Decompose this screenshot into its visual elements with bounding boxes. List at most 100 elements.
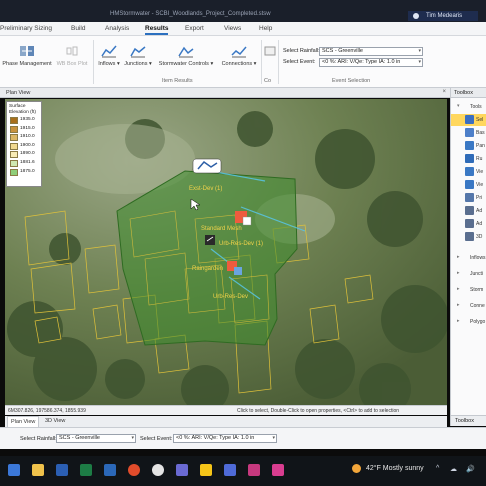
plan-view-map[interactable]: Exst-Dev (1) Standard Mesh Urb-Res-Dev (…	[5, 99, 447, 405]
event-select[interactable]: <0 %: ARI: V/Qe: Type IA: 1.0 in ▾	[319, 58, 423, 67]
tray-chevron-icon[interactable]: ^	[436, 465, 439, 472]
wb-box-plot-button[interactable]: WB Box Plot	[52, 44, 92, 67]
network-icon[interactable]: ☁	[450, 465, 457, 473]
tab-3d-view[interactable]: 3D View	[45, 418, 65, 424]
toolbox-item-ad[interactable]: Ad	[451, 205, 486, 217]
chart-line-icon	[231, 46, 247, 58]
expand-icon[interactable]: ▸	[457, 270, 460, 276]
app-icon[interactable]	[224, 464, 236, 476]
tab-analysis[interactable]: Analysis	[105, 25, 129, 32]
select-arrow-icon	[465, 115, 474, 124]
toolbox-item-label: Sel	[476, 117, 484, 123]
expand-icon[interactable]: ▸	[457, 254, 460, 260]
app-icon[interactable]	[248, 464, 260, 476]
legend-swatch	[10, 142, 18, 150]
inflows-button[interactable]: Inflows ▾	[96, 44, 122, 67]
collapse-icon[interactable]: ▾	[457, 103, 460, 109]
legend-swatch	[10, 159, 18, 167]
toolbox-item-ru[interactable]: Ru	[451, 153, 486, 165]
toolbox-item-pri[interactable]: Pri	[451, 192, 486, 204]
excel-icon[interactable]	[80, 464, 92, 476]
toolbox-item-bas[interactable]: Bas	[451, 127, 486, 139]
rainfall-select[interactable]: SCS - Greenville ▾	[319, 47, 423, 56]
tab-preliminary-sizing[interactable]: Preliminary Sizing	[0, 25, 52, 32]
expand-icon[interactable]: ▸	[457, 318, 460, 324]
outlook-icon[interactable]	[104, 464, 116, 476]
expand-icon[interactable]: ▸	[457, 286, 460, 292]
weather-text[interactable]: 42°F Mostly sunny	[366, 465, 424, 472]
legend-item: 1935.0	[9, 116, 39, 125]
toolbox-item-label: Inflows	[470, 255, 486, 261]
bottom-select-event-label: Select Event:	[140, 436, 173, 442]
window-title: HMStormwater - SCBI_Woodlands_Project_Co…	[110, 11, 271, 17]
bottom-rainfall-select[interactable]: SCS - Greenville ▾	[56, 434, 136, 443]
powerpoint-icon[interactable]	[128, 464, 140, 476]
junctions-button[interactable]: Junctions ▾	[122, 44, 154, 67]
toolbox-item-storm[interactable]: ▸ Storm	[451, 284, 486, 296]
sticky-notes-icon[interactable]	[200, 464, 212, 476]
tab-plan-view[interactable]: Plan View	[7, 416, 40, 427]
toolbox-item-3d[interactable]: 3D	[451, 231, 486, 243]
group-label-item-results: Item Results	[162, 78, 193, 84]
file-explorer-icon[interactable]	[32, 464, 44, 476]
toolbox-item-label: Bas	[476, 130, 485, 136]
chevron-down-icon: ▾	[131, 435, 134, 441]
toolbox-item-juncti[interactable]: ▸ Juncti	[451, 268, 486, 280]
watershed-node-icon[interactable]	[192, 158, 222, 174]
tab-export[interactable]: Export	[185, 25, 204, 32]
phase-management-button[interactable]: Phase Management	[2, 44, 52, 67]
status-hint: Click to select, Double-Click to open pr…	[237, 408, 400, 414]
chrome-icon[interactable]	[152, 464, 164, 476]
toolbox-footer-tab[interactable]: Toolbox	[451, 415, 486, 426]
select-event-label: Select Event:	[283, 59, 316, 65]
title-bar: HMStormwater - SCBI_Woodlands_Project_Co…	[0, 0, 486, 22]
toolbox-item-vie[interactable]: Vie	[451, 179, 486, 191]
tab-views[interactable]: Views	[224, 25, 241, 32]
toolbox-item-polygo[interactable]: ▸ Polygo	[451, 316, 486, 328]
volume-icon[interactable]: 🔊	[466, 465, 475, 473]
toolbox-item-inflows[interactable]: ▸ Inflows	[451, 252, 486, 264]
close-icon[interactable]: ×	[442, 89, 446, 95]
start-icon[interactable]	[8, 464, 20, 476]
tab-results[interactable]: Results	[145, 25, 169, 35]
toolbox-item-tools[interactable]: ▾ Tools	[451, 101, 486, 113]
chart-line-icon	[101, 45, 117, 58]
word-icon[interactable]	[56, 464, 68, 476]
toolbox-item-label: Pri	[476, 195, 483, 201]
stormwater-controls-button[interactable]: Stormwater Controls ▾	[155, 44, 217, 67]
map-label-urb-res-dev-1: Urb-Res-Dev (1)	[219, 241, 263, 247]
box-plot-icon	[66, 46, 78, 56]
legend-item: 1910.0	[9, 133, 39, 142]
toolbox-item-label: 3D	[476, 234, 483, 240]
toolbox-item-ad[interactable]: Ad	[451, 218, 486, 230]
toolbox-panel: Toolbox ▾ Tools Sel Bas Pan Ru Vie Vie Pri Ad Ad 3D…	[450, 88, 486, 426]
ruler-icon	[465, 154, 474, 163]
status-bar: 6M307.826, 197586.374, 1855.939 Click to…	[5, 405, 447, 415]
connections-button[interactable]: Connections ▾	[218, 44, 260, 67]
app-icon[interactable]	[272, 464, 284, 476]
legend-label: 1900.0	[20, 142, 35, 148]
toolbox-item-label: Pan	[476, 143, 485, 149]
compare-button[interactable]	[263, 44, 277, 61]
toolbox-item-conne[interactable]: ▸ Conne	[451, 300, 486, 312]
tab-build[interactable]: Build	[71, 25, 85, 32]
chevron-down-icon: ▾	[272, 435, 275, 441]
weather-icon	[352, 464, 361, 473]
toolbox-item-sel[interactable]: Sel	[451, 114, 486, 126]
chevron-down-icon: ▾	[253, 61, 257, 67]
expand-icon[interactable]: ▸	[457, 302, 460, 308]
chevron-down-icon: ▾	[210, 61, 214, 67]
plan-view-header: Plan View ×	[0, 88, 450, 98]
map-canvas[interactable]: Exst-Dev (1) Standard Mesh Urb-Res-Dev (…	[5, 99, 447, 405]
toolbox-item-pan[interactable]: Pan	[451, 140, 486, 152]
catchment-area[interactable]	[116, 170, 298, 346]
windows-taskbar: 42°F Mostly sunny ^ ☁ 🔊	[0, 456, 486, 486]
legend-label: 1910.0	[20, 134, 35, 140]
user-account-button[interactable]: Tim Medearis	[408, 11, 478, 21]
bottom-event-select[interactable]: <0 %: ARI: V/Qe: Type IA: 1.0 in ▾	[173, 434, 277, 443]
toolbox-item-label: Storm	[470, 287, 484, 293]
tab-help[interactable]: Help	[259, 25, 272, 32]
outlet-node-icon[interactable]	[205, 235, 215, 245]
toolbox-item-vie[interactable]: Vie	[451, 166, 486, 178]
app-icon[interactable]	[176, 464, 188, 476]
